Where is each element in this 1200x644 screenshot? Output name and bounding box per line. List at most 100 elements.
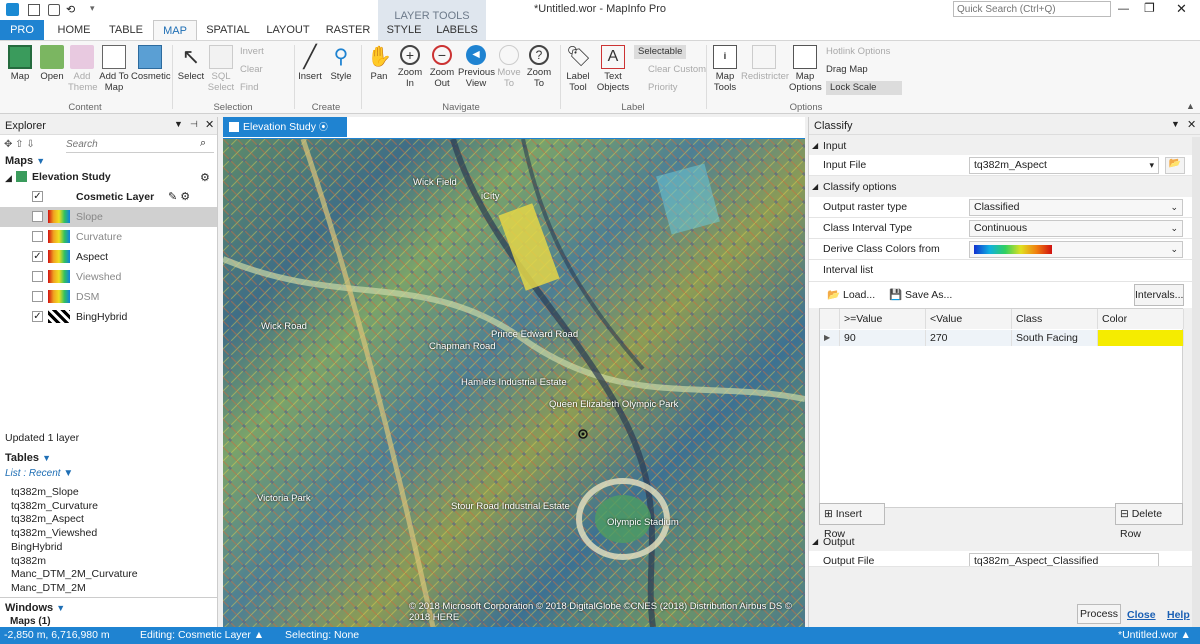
- layer-row[interactable]: Slope: [0, 207, 217, 227]
- expand-map-icon[interactable]: ◢: [5, 173, 12, 184]
- style-button[interactable]: ⚲ Style: [327, 45, 355, 82]
- table-list-item[interactable]: tq382m_Viewshed: [11, 527, 97, 539]
- windows-header[interactable]: Windows ▼: [5, 602, 65, 614]
- zoom-to-button[interactable]: ? Zoom To: [524, 45, 554, 89]
- text-objects-button[interactable]: A Text Objects: [595, 45, 631, 93]
- layer-visibility-checkbox[interactable]: [32, 291, 43, 302]
- add-to-map-button[interactable]: Add To Map: [99, 45, 129, 93]
- layer-row[interactable]: ✓ Aspect: [0, 247, 217, 267]
- map-options-button[interactable]: Map Options: [789, 45, 822, 93]
- layer-row[interactable]: Viewshed: [0, 267, 217, 287]
- explorer-toolbar-icons[interactable]: ✥ ⇧ ⇩: [4, 139, 35, 150]
- close-link[interactable]: Close: [1127, 609, 1156, 621]
- layer-visibility-checkbox[interactable]: ✓: [32, 191, 43, 202]
- close-window-button[interactable]: ✕: [1176, 1, 1187, 17]
- tab-labels[interactable]: LABELS: [434, 20, 480, 40]
- status-workspace[interactable]: *Untitled.wor ▲: [1118, 627, 1191, 644]
- layer-visibility-checkbox[interactable]: [32, 271, 43, 282]
- layer-visibility-checkbox[interactable]: [32, 211, 43, 222]
- layer-visibility-checkbox[interactable]: ✓: [32, 251, 43, 262]
- maps-window-count[interactable]: Maps (1): [10, 616, 51, 627]
- pan-button[interactable]: ✋ Pan: [365, 45, 393, 82]
- table-list-item[interactable]: Manc_DTM_2M_Curvature: [11, 568, 138, 580]
- output-type-select[interactable]: Classified ⌄: [969, 199, 1183, 216]
- help-link[interactable]: Help: [1167, 609, 1190, 621]
- cell-color[interactable]: [1098, 330, 1184, 346]
- invert-button[interactable]: Invert: [240, 45, 264, 59]
- input-section[interactable]: ◢ Input: [809, 137, 1192, 155]
- cell-min[interactable]: 90: [840, 330, 926, 346]
- scrollbar[interactable]: [1192, 137, 1200, 627]
- clear-custom-button[interactable]: Clear Custom: [648, 63, 706, 77]
- cell-class[interactable]: South Facing: [1012, 330, 1098, 346]
- panel-menu-icon[interactable]: ▼: [1171, 119, 1180, 129]
- table-list-item[interactable]: tq382m: [11, 555, 46, 567]
- quick-search-input[interactable]: [953, 1, 1111, 17]
- explorer-search-input[interactable]: [66, 137, 214, 153]
- layer-visibility-checkbox[interactable]: [32, 231, 43, 242]
- tab-pro[interactable]: PRO: [0, 20, 44, 40]
- open-button[interactable]: Open: [38, 45, 66, 82]
- cell-max[interactable]: 270: [926, 330, 1012, 346]
- insert-row-button[interactable]: ⊞ Insert Row: [819, 503, 885, 540]
- table-row[interactable]: ▶ 90 270 South Facing: [820, 330, 1184, 346]
- map-window-tab[interactable]: Elevation Study ⦿: [223, 117, 347, 137]
- sql-select-button[interactable]: SQL Select: [206, 45, 236, 93]
- browse-folder-icon[interactable]: 📂: [1165, 157, 1185, 174]
- layer-row[interactable]: ✓ Cosmetic Layer ✎ ⚙: [0, 187, 217, 207]
- select-button[interactable]: ↖ Select: [176, 45, 206, 83]
- layer-row[interactable]: Curvature: [0, 227, 217, 247]
- layer-settings-icon[interactable]: ⚙: [200, 171, 210, 184]
- table-list-item[interactable]: tq382m_Aspect: [11, 513, 84, 525]
- search-icon[interactable]: ⌕: [200, 137, 206, 150]
- layer-visibility-checkbox[interactable]: ✓: [32, 311, 43, 322]
- pin-icon[interactable]: ⊣: [190, 119, 198, 130]
- layer-row[interactable]: DSM: [0, 287, 217, 307]
- interval-type-select[interactable]: Continuous ⌄: [969, 220, 1183, 237]
- previous-view-button[interactable]: ◀ Previous View: [458, 45, 495, 89]
- map-button[interactable]: Map: [6, 45, 34, 82]
- edit-layer-icon[interactable]: ✎ ⚙: [168, 187, 190, 207]
- collapse-ribbon-icon[interactable]: ▲: [1186, 101, 1195, 111]
- clear-button[interactable]: Clear: [240, 63, 263, 77]
- load-button[interactable]: 📂 Load...: [827, 288, 875, 301]
- tab-spatial[interactable]: SPATIAL: [200, 20, 256, 40]
- map-tools-button[interactable]: i Map Tools: [710, 45, 740, 93]
- tab-style[interactable]: STYLE: [384, 20, 424, 40]
- lock-scale-toggle[interactable]: Lock Scale: [826, 81, 902, 95]
- classify-options-section[interactable]: ◢ Classify options: [809, 178, 1192, 196]
- col-max[interactable]: <Value: [926, 309, 1012, 329]
- delete-row-button[interactable]: ⊟ Delete Row: [1115, 503, 1183, 540]
- tables-header[interactable]: Tables ▼: [5, 452, 51, 464]
- table-list-item[interactable]: tq382m_Slope: [11, 486, 79, 498]
- priority-button[interactable]: Priority: [648, 81, 678, 95]
- table-list-item[interactable]: BingHybrid: [11, 541, 62, 553]
- find-button[interactable]: Find: [240, 81, 258, 95]
- col-color[interactable]: Color: [1098, 309, 1184, 329]
- tab-raster[interactable]: RASTER: [322, 20, 374, 40]
- panel-menu-icon[interactable]: ▼: [174, 119, 183, 129]
- map-name[interactable]: Elevation Study: [32, 171, 111, 183]
- cosmetic-button[interactable]: Cosmetic: [131, 45, 171, 82]
- color-ramp-select[interactable]: ⌄: [969, 241, 1183, 258]
- zoom-out-button[interactable]: − Zoom Out: [428, 45, 456, 89]
- add-theme-button[interactable]: Add Theme: [68, 45, 98, 93]
- close-panel-icon[interactable]: ✕: [1187, 118, 1196, 131]
- table-list-item[interactable]: Manc_DTM_2M: [11, 582, 86, 594]
- tab-table[interactable]: TABLE: [102, 20, 150, 40]
- minimize-button[interactable]: —: [1118, 3, 1129, 15]
- table-list-item[interactable]: tq382m_Curvature: [11, 500, 98, 512]
- process-button[interactable]: Process: [1077, 604, 1121, 624]
- output-file-input[interactable]: tq382m_Aspect_Classified: [969, 553, 1159, 566]
- input-file-select[interactable]: tq382m_Aspect ▾: [969, 157, 1159, 174]
- status-editing[interactable]: Editing: Cosmetic Layer ▲: [140, 627, 264, 644]
- close-panel-icon[interactable]: ✕: [205, 118, 214, 131]
- col-min[interactable]: >=Value: [840, 309, 926, 329]
- map-canvas[interactable]: Wick Field iCity Wick Road Victoria Park Que…: [223, 139, 805, 627]
- redistricter-button[interactable]: Redistricter: [741, 45, 789, 82]
- save-as-button[interactable]: 💾 Save As...: [889, 288, 952, 301]
- layer-row[interactable]: ✓ BingHybrid: [0, 307, 217, 327]
- tab-map[interactable]: MAP: [153, 20, 197, 41]
- drag-map-toggle[interactable]: Drag Map: [826, 63, 868, 77]
- output-section[interactable]: ◢ Output: [809, 533, 1192, 551]
